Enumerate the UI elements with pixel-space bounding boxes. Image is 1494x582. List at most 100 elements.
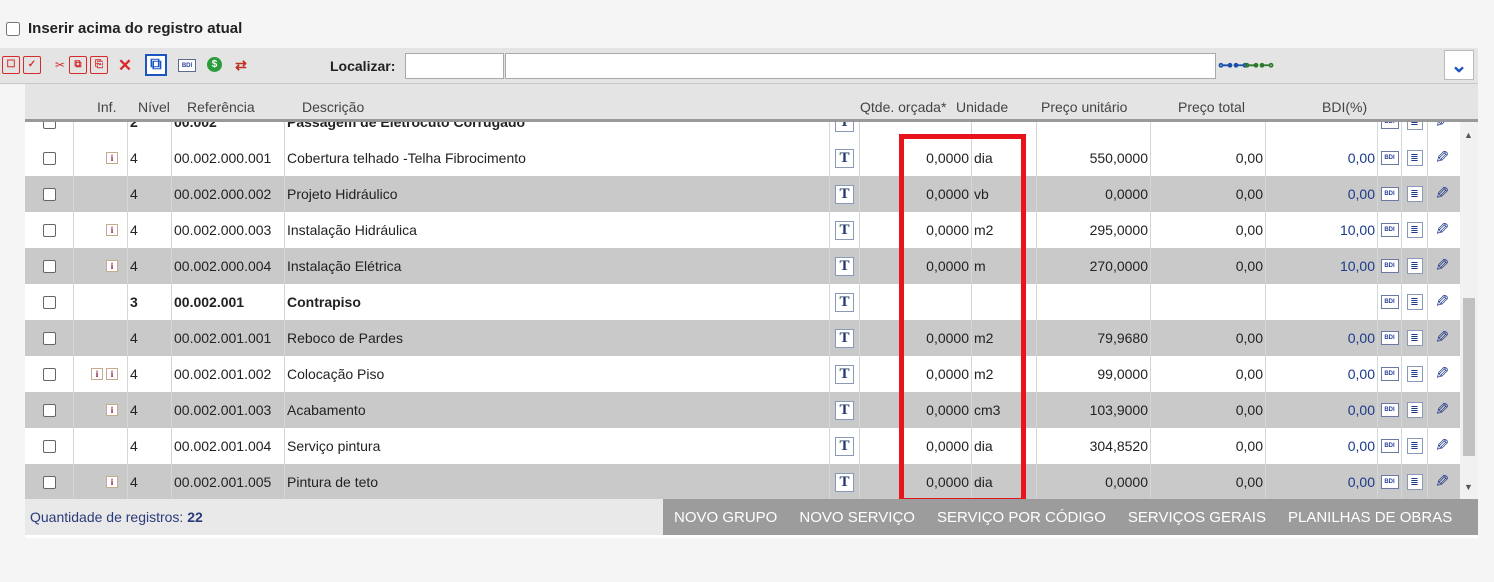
list-icon[interactable]: ≣ xyxy=(1406,438,1423,454)
edit-icon[interactable]: ✎ xyxy=(1435,184,1449,204)
list-icon[interactable]: ≣ xyxy=(1406,222,1423,238)
insert-above-checkbox[interactable] xyxy=(6,21,20,36)
row-bdi[interactable]: 0,00 xyxy=(1348,474,1375,490)
text-icon[interactable]: T xyxy=(835,148,854,168)
row-checkbox[interactable] xyxy=(42,259,56,273)
bdi-icon[interactable]: BDI xyxy=(1380,187,1399,201)
search-input[interactable] xyxy=(505,53,1216,79)
text-icon[interactable]: T xyxy=(835,292,854,312)
row-bdi[interactable]: 0,00 xyxy=(1348,366,1375,382)
header-preco-total[interactable]: Preço total xyxy=(1178,99,1245,115)
deselect-icon[interactable]: ✓ xyxy=(23,56,41,74)
edit-icon[interactable]: ✎ xyxy=(1435,122,1449,132)
bdi-icon[interactable]: BDI xyxy=(178,59,196,72)
row-quantity[interactable]: 0,0000 xyxy=(926,330,969,346)
edit-icon[interactable]: ✎ xyxy=(1435,220,1449,240)
row-bdi[interactable]: 0,00 xyxy=(1348,438,1375,454)
row-quantity[interactable]: 0,0000 xyxy=(926,150,969,166)
info-icon[interactable]: i xyxy=(106,476,118,488)
grid-scrollbar[interactable]: ▲ ▼ xyxy=(1460,122,1478,502)
table-row[interactable]: i i 4 00.002.001.002 Colocação Piso T 0,0000 m2… xyxy=(25,356,1460,392)
bdi-icon[interactable]: BDI xyxy=(1380,223,1399,237)
general-services-button[interactable]: SERVIÇOS GERAIS xyxy=(1117,509,1277,526)
header-bdi[interactable]: BDI(%) xyxy=(1322,99,1367,115)
row-checkbox[interactable] xyxy=(42,439,56,453)
list-icon[interactable]: ≣ xyxy=(1406,366,1423,382)
text-icon[interactable]: T xyxy=(835,328,854,348)
table-row[interactable]: i 4 00.002.001.003 Acabamento T 0,0000 cm3 103,… xyxy=(25,392,1460,428)
binoculars-next-icon[interactable]: ⊶⊷ xyxy=(1244,56,1274,74)
delete-icon[interactable]: ✕ xyxy=(116,56,134,74)
scroll-thumb[interactable] xyxy=(1463,298,1475,456)
header-unidade[interactable]: Unidade xyxy=(956,99,1008,115)
bdi-icon[interactable]: BDI xyxy=(1380,367,1399,381)
edit-icon[interactable]: ✎ xyxy=(1435,292,1449,312)
info-icon[interactable]: i xyxy=(106,224,118,236)
new-service-button[interactable]: NOVO SERVIÇO xyxy=(788,509,926,526)
row-quantity[interactable]: 0,0000 xyxy=(926,258,969,274)
bdi-icon[interactable]: BDI xyxy=(1380,122,1399,129)
scroll-down-icon[interactable]: ▼ xyxy=(1464,482,1473,492)
row-bdi[interactable]: 0,00 xyxy=(1348,186,1375,202)
text-icon[interactable]: T xyxy=(835,472,854,492)
cut-icon[interactable]: ✂ xyxy=(51,56,69,74)
list-icon[interactable]: ≣ xyxy=(1406,330,1423,346)
row-checkbox[interactable] xyxy=(42,331,56,345)
table-row[interactable]: i 4 00.002.000.001 Cobertura telhado -Telha… xyxy=(25,140,1460,176)
text-icon[interactable]: T xyxy=(835,184,854,204)
row-quantity[interactable]: 0,0000 xyxy=(926,222,969,238)
list-icon[interactable]: ≣ xyxy=(1406,258,1423,274)
bdi-icon[interactable]: BDI xyxy=(1380,151,1399,165)
new-group-button[interactable]: NOVO GRUPO xyxy=(663,509,788,526)
table-row[interactable]: i 4 00.002.000.004 Instalação Elétrica T 0,00… xyxy=(25,248,1460,284)
row-bdi[interactable]: 10,00 xyxy=(1340,222,1375,238)
header-inf[interactable]: Inf. xyxy=(97,99,116,115)
row-checkbox[interactable] xyxy=(42,475,56,489)
row-checkbox[interactable] xyxy=(42,151,56,165)
bdi-icon[interactable]: BDI xyxy=(1380,439,1399,453)
collapse-icon[interactable]: ⌄ xyxy=(1444,50,1474,80)
bdi-icon[interactable]: BDI xyxy=(1380,403,1399,417)
paste-icon[interactable]: ⎘ xyxy=(90,56,108,74)
row-bdi[interactable]: 0,00 xyxy=(1348,150,1375,166)
work-sheets-button[interactable]: PLANILHAS DE OBRAS xyxy=(1277,509,1463,526)
table-row[interactable]: 4 00.002.000.002 Projeto Hidráulico T 0,0000… xyxy=(25,176,1460,212)
info-icon[interactable]: i xyxy=(106,152,118,164)
row-checkbox[interactable] xyxy=(42,367,56,381)
header-nivel[interactable]: Nível xyxy=(138,99,170,115)
text-icon[interactable]: T xyxy=(835,436,854,456)
text-icon[interactable]: T xyxy=(835,122,854,132)
table-row[interactable]: i 4 00.002.000.003 Instalação Hidráulica T 0,… xyxy=(25,212,1460,248)
text-icon[interactable]: T xyxy=(835,364,854,384)
row-quantity[interactable]: 0,0000 xyxy=(926,474,969,490)
edit-icon[interactable]: ✎ xyxy=(1435,256,1449,276)
edit-icon[interactable]: ✎ xyxy=(1435,400,1449,420)
list-icon[interactable]: ≣ xyxy=(1406,186,1423,202)
row-checkbox[interactable] xyxy=(42,223,56,237)
select-all-icon[interactable]: ☐ xyxy=(2,56,20,74)
info-icon[interactable]: i xyxy=(106,368,118,380)
list-icon[interactable]: ≣ xyxy=(1406,150,1423,166)
text-icon[interactable]: T xyxy=(835,400,854,420)
bdi-icon[interactable]: BDI xyxy=(1380,475,1399,489)
money-icon[interactable]: $ xyxy=(207,57,222,72)
info-icon[interactable]: i xyxy=(91,368,103,380)
row-checkbox[interactable] xyxy=(42,122,56,129)
row-quantity[interactable]: 0,0000 xyxy=(926,186,969,202)
service-by-code-button[interactable]: SERVIÇO POR CÓDIGO xyxy=(926,509,1117,526)
row-bdi[interactable]: 0,00 xyxy=(1348,330,1375,346)
table-row[interactable]: 3 00.002.001 Contrapiso T BDI ≣ ✎ xyxy=(25,284,1460,320)
table-row[interactable]: 4 00.002.001.001 Reboco de Pardes T 0,0000 m2… xyxy=(25,320,1460,356)
row-quantity[interactable]: 0,0000 xyxy=(926,438,969,454)
list-icon[interactable]: ≣ xyxy=(1406,294,1423,310)
row-checkbox[interactable] xyxy=(42,187,56,201)
row-bdi[interactable]: 10,00 xyxy=(1340,258,1375,274)
header-referencia[interactable]: Referência xyxy=(187,99,255,115)
table-row[interactable]: 2 00.002 Passagem de Eletrocuto Corrugado T… xyxy=(25,122,1460,140)
list-icon[interactable]: ≣ xyxy=(1406,402,1423,418)
swap-icon[interactable]: ⇄ xyxy=(232,56,250,74)
bdi-icon[interactable]: BDI xyxy=(1380,331,1399,345)
bdi-icon[interactable]: BDI xyxy=(1380,295,1399,309)
text-icon[interactable]: T xyxy=(835,220,854,240)
header-qtde[interactable]: Qtde. orçada* xyxy=(860,99,946,115)
